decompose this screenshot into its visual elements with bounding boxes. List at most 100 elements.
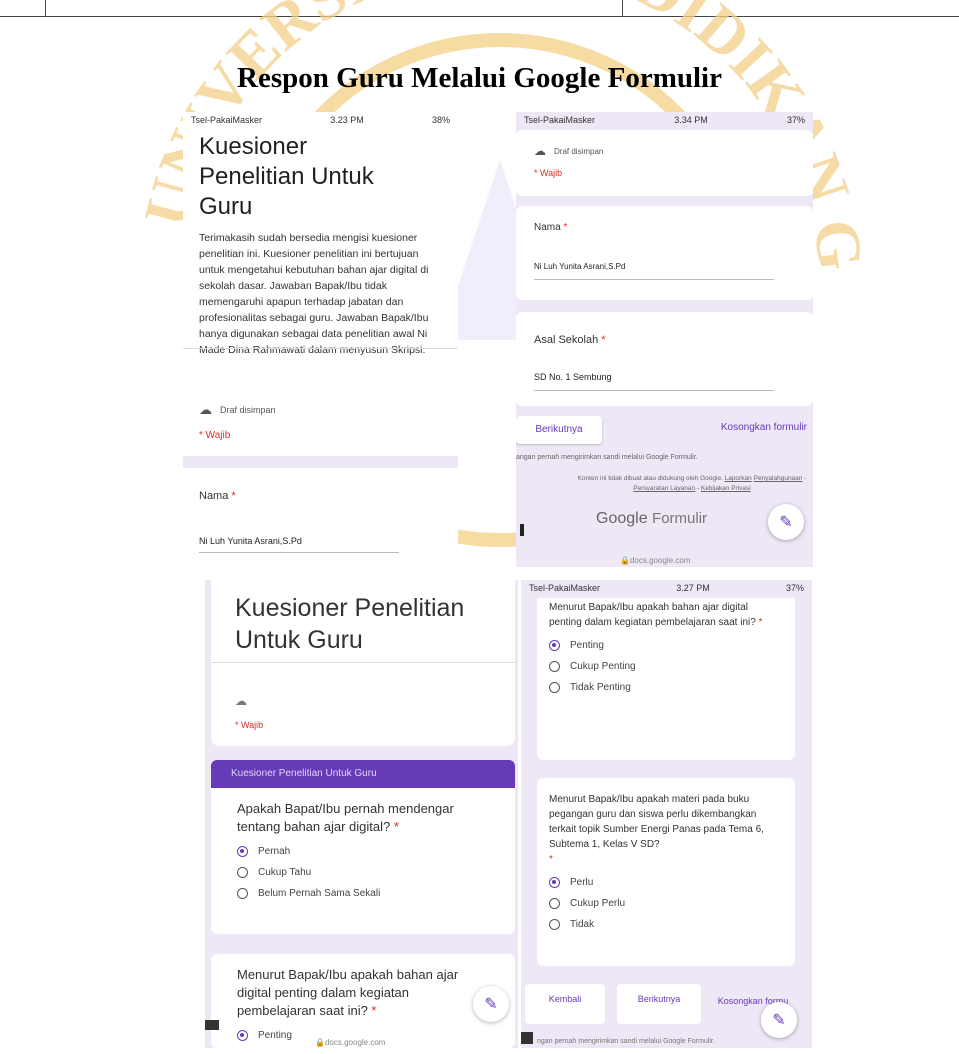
radio-selected-icon[interactable]: [237, 1030, 248, 1041]
table-divider: [622, 0, 623, 16]
school-question: Asal Sekolah *: [534, 334, 606, 346]
question-text: Apakah Bapat/Ibu pernah mendengar tentan…: [237, 801, 454, 834]
carrier-label: Tsel-PakaiMasker: [524, 115, 596, 125]
radio-option[interactable]: Perlu: [549, 877, 783, 888]
section-header: Kuesioner Penelitian Untuk Guru: [211, 760, 515, 788]
form-title: Kuesioner Penelitian Untuk Guru: [199, 133, 374, 220]
option-label: Tidak: [570, 919, 595, 930]
question-text: Menurut Bapak/Ibu apakah bahan ajar digi…: [549, 602, 763, 628]
disclaimer-text: Konten ini tidak dibuat atau didukung ol…: [577, 475, 723, 482]
radio-option[interactable]: Belum Pernah Sama Sekali: [237, 888, 489, 899]
school-label: Asal Sekolah: [534, 334, 599, 346]
option-label: Cukup Tahu: [258, 867, 312, 878]
required-note: * Wajib: [199, 430, 231, 441]
table-divider: [45, 0, 46, 16]
form-description: Terimakasih sudah bersedia mengisi kuesi…: [199, 232, 429, 356]
radio-option[interactable]: Cukup Perlu: [549, 898, 783, 909]
report-link[interactable]: Laporkan: [725, 475, 752, 482]
lock-icon: 🔒: [315, 1038, 325, 1047]
radio-empty-icon[interactable]: [549, 661, 560, 672]
terms-link[interactable]: Persyaratan Layanan: [633, 485, 695, 492]
radio-empty-icon[interactable]: [237, 867, 248, 878]
radio-selected-icon[interactable]: [237, 846, 248, 857]
draft-label: Draf disimpan: [220, 405, 276, 415]
screenshot-form-intro: Tsel-PakaiMasker 3.23 PM 38% Kuesioner P…: [183, 112, 458, 565]
name-input[interactable]: Ni Luh Yunita Asrani,S.Pd: [199, 536, 399, 553]
question-text: Menurut Bapak/Ibu apakah materi pada buk…: [549, 794, 764, 865]
cloud-check-icon: ☁: [199, 402, 212, 417]
password-warning: ngan pernah mengirimkan sandi melalui Go…: [537, 1038, 715, 1045]
next-button[interactable]: Berikutnya: [617, 984, 701, 1024]
radio-option[interactable]: Tidak Penting: [549, 682, 783, 693]
cloud-icon: ☁: [235, 694, 247, 708]
radio-empty-icon[interactable]: [549, 682, 560, 693]
option-label: Pernah: [258, 846, 291, 857]
battery-label: 37%: [786, 115, 805, 125]
url-bar: 🔒docs.google.com: [315, 1038, 385, 1047]
edit-pencil-icon[interactable]: ✎: [768, 504, 804, 540]
name-label: Nama: [199, 490, 229, 502]
feedback-icon[interactable]: [521, 1032, 533, 1044]
required-note: * Wajib: [534, 168, 563, 178]
option-label: Cukup Perlu: [570, 898, 626, 909]
draft-status: ☁ Draf disimpan: [534, 144, 603, 158]
radio-empty-icon[interactable]: [237, 888, 248, 899]
radio-empty-icon[interactable]: [549, 919, 560, 930]
feedback-icon[interactable]: [205, 1020, 219, 1030]
school-input[interactable]: SD No. 1 Sembung: [534, 372, 774, 391]
draft-status: ☁ Draf disimpan: [199, 402, 276, 418]
option-label: Tidak Penting: [570, 682, 631, 693]
back-button[interactable]: Kembali: [525, 984, 605, 1024]
disclaimer: Konten ini tidak dibuat atau didukung ol…: [577, 475, 807, 492]
radio-selected-icon[interactable]: [549, 877, 560, 888]
figure-title: Respon Guru Melalui Google Formulir: [237, 62, 722, 94]
url-text: docs.google.com: [629, 556, 691, 565]
edit-pencil-icon[interactable]: ✎: [761, 1002, 797, 1038]
section-gap: [183, 456, 458, 468]
clock-label: 3.23 PM: [330, 115, 364, 125]
logo-google: Google: [596, 510, 648, 527]
question-label: Menurut Bapak/Ibu apakah materi pada buk…: [549, 794, 764, 850]
name-input[interactable]: Ni Luh Yunita Asrani,S.Pd: [534, 262, 774, 280]
draft-label: Draf disimpan: [554, 146, 604, 156]
question-label: Menurut Bapak/Ibu apakah bahan ajar digi…: [237, 967, 459, 1018]
privacy-link[interactable]: Kebijakan Privasi: [701, 485, 751, 492]
carrier-label: Tsel-PakaiMasker: [191, 115, 263, 125]
name-question: Nama *: [534, 222, 568, 233]
logo-formulir: Formulir: [652, 510, 708, 527]
next-button[interactable]: Berikutnya: [516, 416, 602, 444]
battery-label: 37%: [785, 583, 804, 593]
question-label: Apakah Bapat/Ibu pernah mendengar tentan…: [237, 801, 454, 834]
cloud-check-icon: ☁: [534, 144, 546, 158]
radio-option[interactable]: Cukup Tahu: [237, 867, 489, 878]
school-card: Asal Sekolah * SD No. 1 Sembung: [516, 312, 813, 406]
clear-form-button[interactable]: Kosongkan formulir: [721, 422, 807, 433]
radio-empty-icon[interactable]: [549, 898, 560, 909]
status-bar: Tsel-PakaiMasker 3.23 PM 38%: [183, 112, 458, 128]
screenshot-form-identity: Tsel-PakaiMasker 3.34 PM 37% ☁ Draf disi…: [516, 112, 813, 567]
question-card-1: Kuesioner Penelitian Untuk Guru Apakah B…: [211, 760, 515, 934]
radio-selected-icon[interactable]: [549, 640, 560, 651]
title-card: Kuesioner Penelitian Untuk Guru ☁ * Waji…: [211, 580, 515, 746]
option-label: Belum Pernah Sama Sekali: [258, 888, 381, 899]
radio-option[interactable]: Cukup Penting: [549, 661, 783, 672]
divider: [211, 662, 515, 663]
question-text: Menurut Bapak/Ibu apakah bahan ajar digi…: [237, 967, 459, 1018]
status-bar: Tsel-PakaiMasker 3.34 PM 37%: [516, 112, 813, 128]
radio-option[interactable]: Tidak: [549, 919, 783, 930]
clock-label: 3.34 PM: [674, 115, 708, 125]
feedback-icon[interactable]: [520, 524, 524, 536]
url-text: docs.google.com: [324, 1038, 386, 1047]
radio-option[interactable]: Pernah: [237, 846, 489, 857]
table-border: [0, 16, 959, 17]
question-card-3: Menurut Bapak/Ibu apakah bahan ajar digi…: [537, 598, 795, 760]
question-label: Menurut Bapak/Ibu apakah bahan ajar digi…: [549, 602, 756, 628]
question-card-4: Menurut Bapak/Ibu apakah materi pada buk…: [537, 778, 795, 966]
radio-option[interactable]: Penting: [549, 640, 783, 651]
name-label: Nama: [534, 222, 561, 233]
name-question: Nama *: [199, 490, 236, 502]
option-label: Cukup Penting: [570, 661, 636, 672]
edit-pencil-icon[interactable]: ✎: [473, 986, 509, 1022]
abuse-link[interactable]: Penyalahgunaan: [754, 475, 803, 482]
status-bar: Tsel-PakaiMasker 3.27 PM 37%: [521, 580, 812, 596]
